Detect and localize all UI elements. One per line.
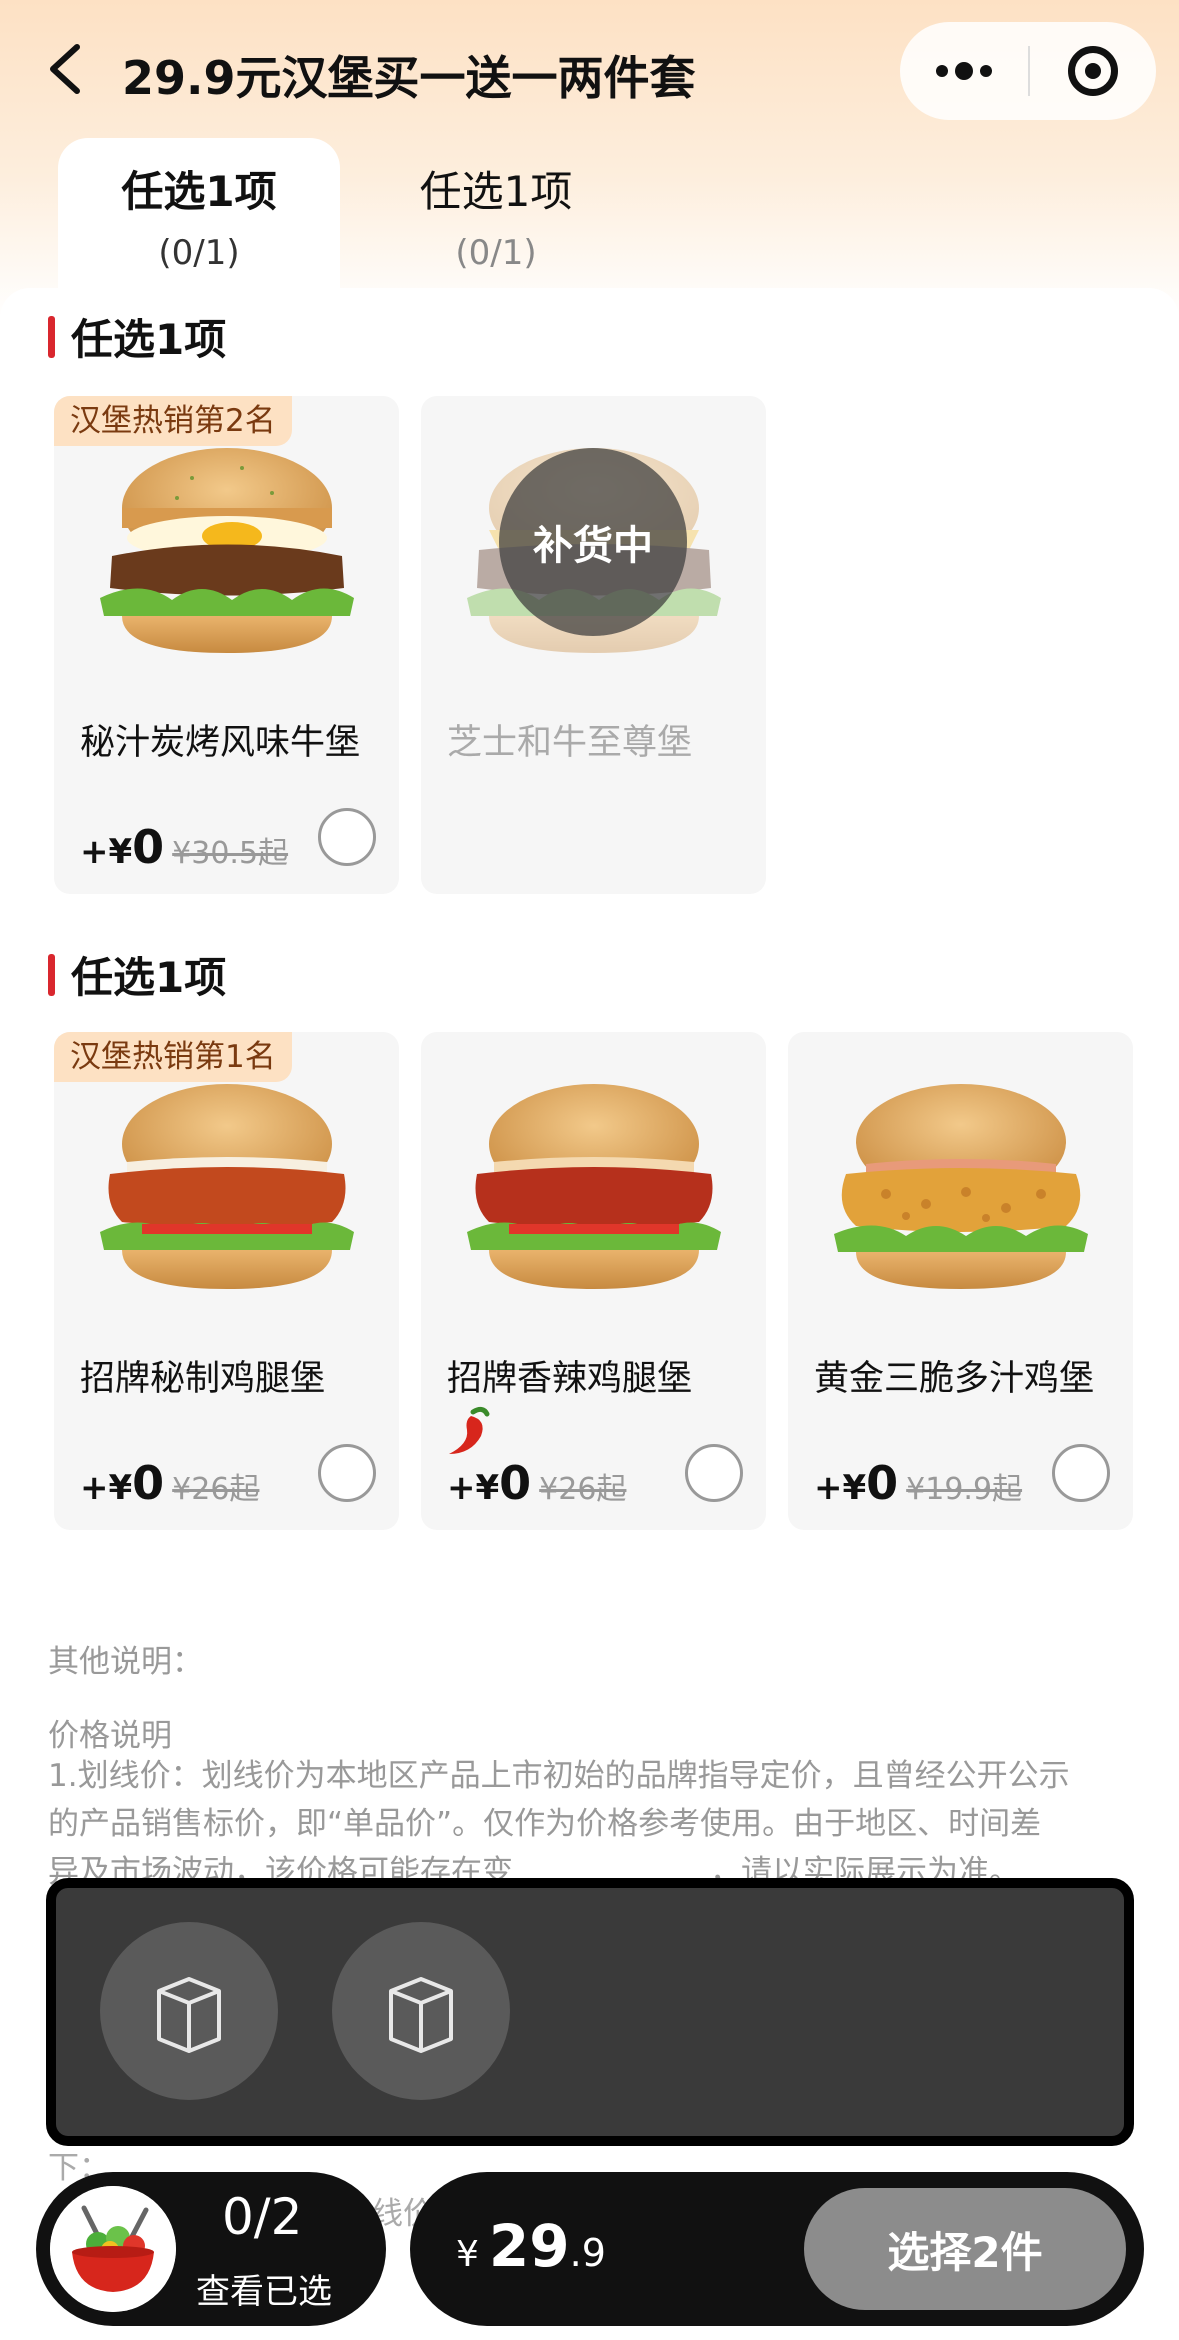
package-box-icon bbox=[157, 1977, 221, 2053]
other-notes-heading: 其他说明： bbox=[48, 1644, 203, 1680]
back-button[interactable] bbox=[30, 34, 100, 104]
product-card-spicy-chicken-burger[interactable]: 招牌香辣鸡腿堡 +¥ 0 ¥26起 bbox=[421, 1032, 766, 1530]
price-note-line: 的产品销售标价，即“单品价”。仅作为价格参考使用。由于地区、时间差 bbox=[48, 1806, 1042, 1842]
price-amount: 0 bbox=[866, 1456, 899, 1510]
section-accent-bar bbox=[48, 315, 55, 358]
restocking-overlay: 补货中 bbox=[499, 448, 687, 636]
price-row: +¥ 0 ¥19.9起 bbox=[814, 1456, 1022, 1510]
rank-badge: 汉堡热销第2名 bbox=[54, 396, 292, 446]
price-amount: 0 bbox=[132, 820, 165, 874]
crispy-chicken-burger-image bbox=[834, 1084, 1088, 1289]
original-price: ¥30.5起 bbox=[172, 836, 289, 871]
tab-group-2[interactable]: 任选1项 (0/1) bbox=[355, 138, 637, 288]
product-name: 芝士和牛至尊堡 bbox=[447, 723, 693, 763]
select-radio[interactable] bbox=[318, 808, 376, 866]
original-price: ¥19.9起 bbox=[906, 1472, 1023, 1507]
original-price: ¥26起 bbox=[539, 1472, 627, 1507]
product-card-beef-burger[interactable]: 汉堡热销第2名 秘汁炭烤风味牛堡 +¥ 0 ¥30.5起 bbox=[54, 396, 399, 894]
close-miniprogram-button[interactable] bbox=[1030, 22, 1156, 120]
price-notes-heading: 价格说明 bbox=[48, 1718, 172, 1754]
more-button[interactable] bbox=[900, 22, 1028, 120]
rank-badge: 汉堡热销第1名 bbox=[54, 1032, 292, 1082]
tab-label: 任选1项 bbox=[419, 167, 573, 216]
product-name: 秘汁炭烤风味牛堡 bbox=[80, 723, 361, 763]
product-name: 招牌秘制鸡腿堡 bbox=[80, 1359, 326, 1399]
view-selected-button[interactable]: 0/2 查看已选 bbox=[36, 2172, 386, 2326]
price-integer: 29 bbox=[488, 2212, 570, 2280]
view-selected-label: 查看已选 bbox=[196, 2272, 332, 2312]
chicken-burger-image bbox=[100, 1084, 354, 1289]
select-items-button[interactable]: 选择2件 bbox=[804, 2188, 1126, 2310]
section-accent-bar bbox=[48, 953, 55, 996]
selected-items-panel bbox=[46, 1878, 1134, 2146]
checkout-bar: ¥ 29 .9 选择2件 bbox=[410, 2172, 1144, 2326]
currency-symbol: ¥ bbox=[456, 2234, 479, 2275]
section-title-text: 任选1项 bbox=[71, 953, 227, 1002]
price-prefix: +¥ bbox=[80, 832, 133, 872]
section-title-text: 任选1项 bbox=[71, 315, 227, 364]
select-radio[interactable] bbox=[318, 1444, 376, 1502]
price-prefix: +¥ bbox=[80, 1468, 133, 1508]
section-title: 任选1项 bbox=[48, 306, 226, 367]
product-name: 招牌香辣鸡腿堡 bbox=[447, 1359, 693, 1399]
price-note-line: 1.划线价：划线价为本地区产品上市初始的品牌指导定价，且曾经公开公示 bbox=[48, 1758, 1070, 1794]
more-dots-icon bbox=[936, 62, 992, 80]
tab-count: (0/1) bbox=[158, 233, 240, 273]
chili-pepper-icon bbox=[449, 1406, 490, 1454]
price-amount: 0 bbox=[132, 1456, 165, 1510]
price-decimal: .9 bbox=[569, 2231, 606, 2275]
total-price: ¥ 29 .9 bbox=[456, 2212, 606, 2280]
target-circle-icon bbox=[1068, 46, 1118, 96]
product-name: 黄金三脆多汁鸡堡 bbox=[814, 1359, 1095, 1399]
price-row: +¥ 0 ¥26起 bbox=[447, 1456, 626, 1510]
price-prefix: +¥ bbox=[447, 1468, 500, 1508]
original-price: ¥26起 bbox=[172, 1472, 260, 1507]
page-title: 29.9元汉堡买一送一两件套 bbox=[122, 51, 696, 105]
section-title: 任选1项 bbox=[48, 944, 226, 1005]
select-radio[interactable] bbox=[685, 1444, 743, 1502]
spicy-chicken-burger-image bbox=[467, 1084, 721, 1289]
selected-count: 0/2 bbox=[222, 2188, 303, 2246]
price-row: +¥ 0 ¥30.5起 bbox=[80, 820, 288, 874]
empty-slot bbox=[332, 1922, 510, 2100]
tab-count: (0/1) bbox=[455, 233, 537, 273]
product-card-wagyu-burger: 补货中 芝士和牛至尊堡 bbox=[421, 396, 766, 894]
product-card-crispy-chicken-burger[interactable]: 黄金三脆多汁鸡堡 +¥ 0 ¥19.9起 bbox=[788, 1032, 1133, 1530]
beef-burger-image bbox=[100, 448, 354, 653]
mini-program-capsule bbox=[900, 22, 1156, 120]
salad-bowl-icon bbox=[50, 2186, 176, 2312]
tab-label: 任选1项 bbox=[121, 167, 277, 216]
package-box-icon bbox=[389, 1977, 453, 2053]
product-card-secret-chicken-burger[interactable]: 汉堡热销第1名 招牌秘制鸡腿堡 +¥ 0 ¥26起 bbox=[54, 1032, 399, 1530]
price-prefix: +¥ bbox=[814, 1468, 867, 1508]
price-amount: 0 bbox=[499, 1456, 532, 1510]
select-radio[interactable] bbox=[1052, 1444, 1110, 1502]
empty-slot bbox=[100, 1922, 278, 2100]
nav-header: 29.9元汉堡买一送一两件套 bbox=[0, 0, 1179, 140]
tab-group-1[interactable]: 任选1项 (0/1) bbox=[58, 138, 340, 288]
price-row: +¥ 0 ¥26起 bbox=[80, 1456, 259, 1510]
chevron-left-icon bbox=[50, 44, 80, 94]
